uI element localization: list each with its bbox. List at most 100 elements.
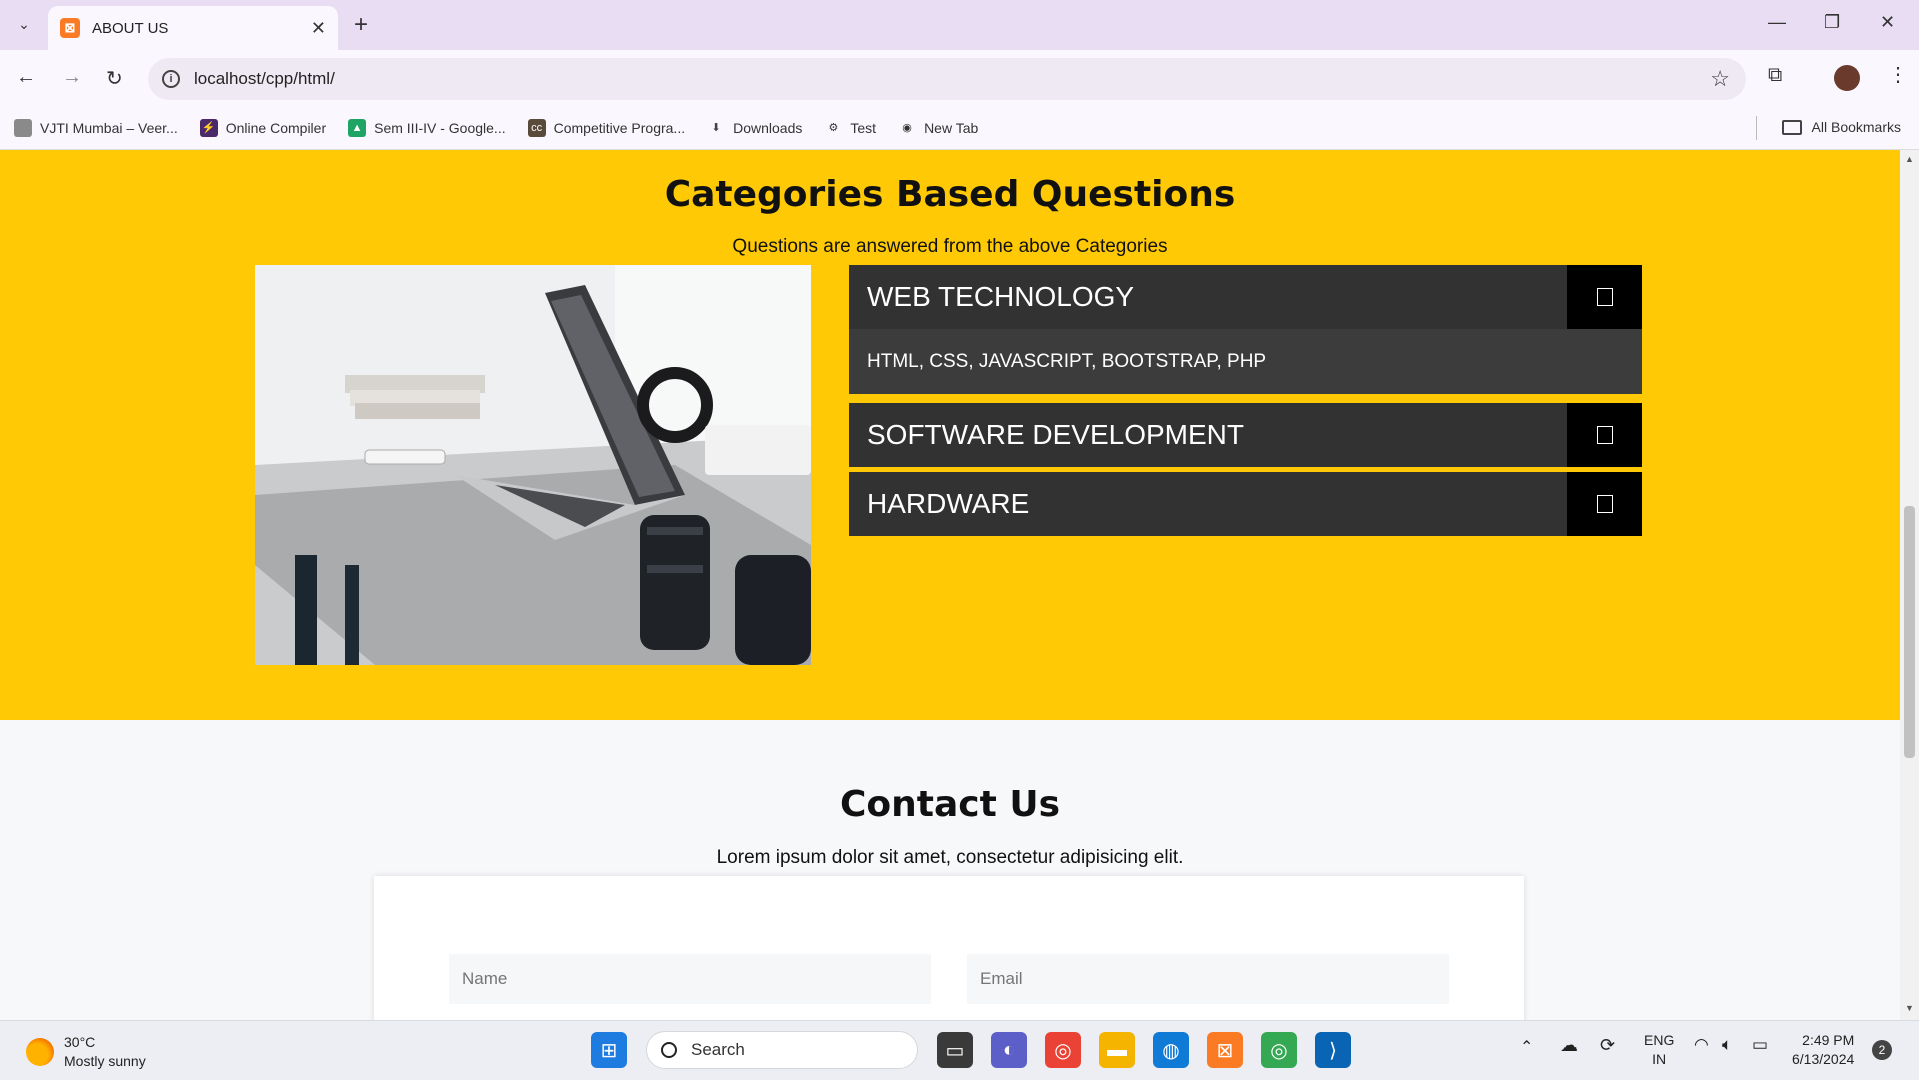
battery-icon[interactable]: ▭: [1752, 1035, 1768, 1055]
globe-icon: ◉: [902, 122, 912, 134]
weather-condition: Mostly sunny: [64, 1053, 146, 1069]
contact-subtitle: Lorem ipsum dolor sit amet, consectetur …: [716, 847, 1184, 868]
edge-icon[interactable]: ◍: [1153, 1032, 1189, 1068]
extensions-icon[interactable]: ⧉: [1768, 64, 1782, 87]
weather-widget[interactable]: 30°C Mostly sunny: [26, 1033, 146, 1071]
square-icon: [1596, 426, 1613, 444]
sync-icon[interactable]: ⟳: [1600, 1035, 1615, 1056]
accordion-heading: WEB TECHNOLOGY: [867, 281, 1135, 312]
search-icon: [661, 1042, 677, 1058]
browser-toolbar: ← → ↻ i localhost/cpp/html/ ☆: [0, 50, 1919, 106]
address-bar[interactable]: i localhost/cpp/html/ ☆: [148, 58, 1746, 100]
google-drive-icon: ▲: [348, 118, 367, 137]
chrome-icon[interactable]: ◎: [1045, 1032, 1081, 1068]
bookmark-item[interactable]: ⚙ Test: [824, 119, 876, 137]
bookmarks-divider: [1756, 116, 1757, 140]
page-scrollbar[interactable]: ▲ ▼: [1900, 150, 1919, 1020]
all-bookmarks-label: All Bookmarks: [1811, 119, 1901, 135]
chevron-down-icon: ⌄: [18, 15, 30, 32]
tab-about-us[interactable]: ⊠ ABOUT US ✕: [48, 6, 338, 50]
accordion-web-technology: WEB TECHNOLOGY HTML, CSS, JAVASCRIPT, BO…: [849, 265, 1642, 394]
menu-kebab-icon[interactable]: ⋮: [1888, 62, 1908, 87]
categories-section: Categories Based Questions Questions are…: [0, 150, 1900, 720]
clock[interactable]: 2:49 PM 6/13/2024: [1792, 1031, 1854, 1069]
accordion-header[interactable]: WEB TECHNOLOGY: [849, 265, 1642, 329]
accordion-heading: HARDWARE: [867, 488, 1030, 519]
xampp-favicon-icon: ⊠: [60, 18, 80, 38]
categories-title: Categories Based Questions: [664, 174, 1236, 215]
bookmark-label: Online Compiler: [225, 119, 327, 136]
all-bookmarks-button[interactable]: All Bookmarks: [1781, 119, 1901, 135]
onedrive-cloud-icon[interactable]: ☁: [1560, 1035, 1578, 1056]
square-icon: [1596, 495, 1613, 513]
xampp-icon[interactable]: ⊠: [1207, 1032, 1243, 1068]
notification-badge[interactable]: 2: [1872, 1040, 1892, 1060]
bookmark-item[interactable]: VJTI Mumbai – Veer...: [14, 118, 178, 137]
contact-form: [374, 876, 1524, 1020]
chevron-up-icon[interactable]: ⌃: [1520, 1037, 1533, 1057]
gear-icon: ⚙: [828, 122, 839, 134]
bookmark-item[interactable]: cc Competitive Progra...: [527, 118, 686, 137]
accordion-header[interactable]: HARDWARE: [849, 472, 1642, 536]
bookmark-label: Test: [850, 119, 877, 136]
accordion-header[interactable]: SOFTWARE DEVELOPMENT: [849, 403, 1642, 467]
restore-button[interactable]: ❐: [1824, 12, 1840, 33]
accordion-hardware: HARDWARE: [849, 472, 1642, 536]
bookmark-item[interactable]: ◉ New Tab: [898, 119, 978, 137]
scrollbar-thumb[interactable]: [1904, 506, 1915, 758]
bookmarks-bar: VJTI Mumbai – Veer... ⚡ Online Compiler ▲…: [0, 106, 1919, 150]
wifi-icon[interactable]: ◠: [1694, 1035, 1709, 1055]
windows-start-icon[interactable]: ⊞: [591, 1032, 627, 1068]
accordion-toggle-button[interactable]: [1567, 472, 1642, 536]
accordion-body: HTML, CSS, JAVASCRIPT, BOOTSTRAP, PHP: [849, 329, 1642, 394]
download-icon: ⬇: [711, 122, 721, 134]
laptop-desk-illustration: [255, 265, 811, 665]
laptop-desk-photo: [255, 265, 811, 665]
chrome-profile-icon[interactable]: ◎: [1261, 1032, 1297, 1068]
language-code: ENG: [1644, 1032, 1675, 1048]
bookmark-label: VJTI Mumbai – Veer...: [40, 119, 178, 136]
taskbar-search[interactable]: Search: [646, 1031, 918, 1069]
tab-close-icon[interactable]: ✕: [311, 18, 326, 39]
address-url[interactable]: localhost/cpp/html/: [194, 69, 335, 89]
vscode-icon[interactable]: ⟩: [1315, 1032, 1351, 1068]
sun-cloud-icon: [26, 1038, 54, 1066]
contact-title: Contact Us: [839, 784, 1061, 825]
scroll-up-icon[interactable]: ▲: [1905, 154, 1914, 164]
language-indicator[interactable]: ENG IN: [1644, 1031, 1674, 1069]
back-arrow-icon[interactable]: ←: [16, 66, 36, 89]
name-field[interactable]: [449, 954, 931, 1004]
folder-icon: [1781, 119, 1802, 135]
reload-icon[interactable]: ↻: [106, 66, 123, 91]
bookmark-label: Downloads: [733, 119, 803, 136]
volume-icon[interactable]: 🔈︎: [1722, 1035, 1732, 1055]
file-explorer-icon[interactable]: ▬: [1099, 1032, 1135, 1068]
close-window-button[interactable]: ✕: [1880, 12, 1895, 33]
weather-temperature: 30°C: [64, 1034, 96, 1050]
tab-title: ABOUT US: [92, 19, 169, 37]
minimize-button[interactable]: —: [1768, 12, 1786, 33]
bookmark-label: Sem III-IV - Google...: [374, 119, 506, 136]
teams-chat-icon[interactable]: ◐: [991, 1032, 1027, 1068]
task-view-icon[interactable]: ▭: [937, 1032, 973, 1068]
region-code: IN: [1652, 1051, 1667, 1067]
bookmark-favicon-icon: [14, 118, 32, 137]
bookmark-item[interactable]: ⬇ Downloads: [707, 119, 803, 137]
scroll-down-icon[interactable]: ▼: [1905, 1003, 1914, 1013]
new-tab-button[interactable]: +: [354, 11, 368, 39]
accordion-toggle-button[interactable]: [1567, 403, 1642, 467]
bookmark-item[interactable]: ▲ Sem III-IV - Google...: [348, 118, 506, 137]
bookmark-label: Competitive Progra...: [553, 119, 686, 136]
clock-date: 6/13/2024: [1792, 1051, 1855, 1067]
bookmark-star-icon[interactable]: ☆: [1710, 66, 1730, 92]
site-info-icon[interactable]: i: [162, 70, 180, 88]
tab-search-button[interactable]: ⌄: [10, 10, 38, 38]
accordion-toggle-button[interactable]: [1567, 265, 1642, 329]
accordion-software-development: SOFTWARE DEVELOPMENT: [849, 403, 1642, 467]
email-field[interactable]: [967, 954, 1449, 1004]
tab-strip: ⌄ ⊠ ABOUT US ✕ + — ❐ ✕: [0, 0, 1919, 50]
forward-arrow-icon[interactable]: →: [62, 66, 82, 89]
profile-avatar[interactable]: [1834, 65, 1860, 91]
bookmark-item[interactable]: ⚡ Online Compiler: [199, 118, 327, 137]
taskbar-apps: ⊞ Search ▭ ◐ ◎ ▬ ◍ ⊠ ◎ ⟩: [582, 1031, 1360, 1069]
